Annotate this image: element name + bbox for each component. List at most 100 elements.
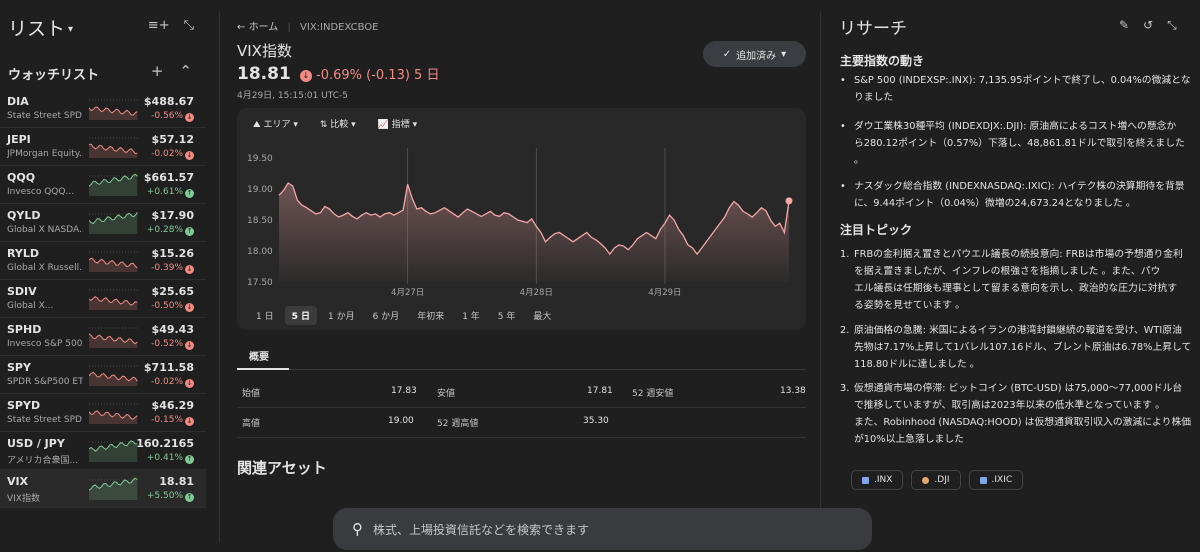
y-tick-label: 17.50 [247,278,273,288]
history-icon[interactable]: ↺ [1143,18,1153,33]
area-chart-icon: ⛰ [253,120,261,130]
home-link[interactable]: ホーム [249,22,279,33]
area-dropdown[interactable]: ⛰ エリア ▾ [253,117,298,130]
indicators-label: 指標 [391,120,410,130]
row-name: SPDR S&P500 ETF [7,377,83,387]
chip-label: .INX [874,475,893,485]
search-bar[interactable]: ⚲ 株式、上場投資信託などを検索できます [333,508,872,550]
topic-line: エル議長は任期後も理事として留まる意向を示し、政治的な圧力に対抗す [854,283,1178,294]
search-placeholder: 株式、上場投資信託などを検索できます [373,522,590,537]
stats-row: 始値 17.83 安値 17.81 52 週安値 13.38 [237,378,806,408]
row-price: $49.43 [151,323,194,336]
check-icon: ✓ [722,48,732,60]
y-tick-label: 18.50 [247,216,273,226]
range-option[interactable]: 年初来 [410,306,451,325]
caret-down-icon: ▾ [781,48,787,60]
collapse-icon[interactable]: ⤡ [184,18,194,33]
breadcrumb-separator: | [287,22,291,33]
bullet-line: ダウ工業株30種平均 (INDEXDJX:.DJI): 原油高によるコスト増への… [854,121,1177,132]
row-symbol: VIX [7,475,29,488]
sparkline [89,289,139,310]
watchlist-row[interactable]: SDIV Global X... $25.65 -0.50% ↓ [0,280,206,318]
arrow-down-icon: ↓ [185,417,194,426]
list-title-dropdown[interactable]: リスト ▾ [8,18,73,40]
row-symbol: QQQ [7,171,36,184]
related-assets-title: 関連アセット [237,459,327,477]
edit-icon[interactable]: ✎ [1119,18,1129,33]
index-chip[interactable]: .IXIC [968,470,1024,490]
row-price: $46.29 [151,399,194,412]
watchlist-row[interactable]: DIA State Street SPD... $488.67 -0.56% ↓ [0,90,206,128]
playlist-add-icon[interactable]: ≡+ [148,18,170,33]
bullet-text: S&P 500 (INDEXSP:.INX): 7,135.95ポイントで終了し… [854,72,1192,106]
research-panel: リサーチ ✎ ↺ ⤡ 主要指数の動き • S&P 500 (INDEXSP:.IN… [822,0,1200,552]
row-symbol: QYLD [7,209,41,222]
watchlist-row[interactable]: JEPI JPMorgan Equity... $57.12 -0.02% ↓ [0,128,206,166]
indicators-dropdown[interactable]: 📈 指標 ▾ [378,117,418,130]
index-chip[interactable]: .DJI [911,470,961,490]
row-change-value: -0.50% [151,301,183,311]
index-chip[interactable]: .INX [851,470,904,490]
stats-row: 高値 19.00 52 週高値 35.30 [237,408,806,438]
topic-number: 2. [840,325,850,336]
collapse-icon[interactable]: ⤡ [1167,18,1177,33]
watchlist-row[interactable]: QYLD Global X NASDA... $17.90 +0.28% ↑ [0,204,206,242]
topic-line: 原油価格の急騰: 米国によるイランの港湾封鎖継続の報道を受け、WTI原油 [854,325,1182,336]
watchlist-row[interactable]: SPY SPDR S&P500 ETF $711.58 -0.02% ↓ [0,356,206,394]
section-heading: 主要指数の動き [840,54,925,68]
range-option[interactable]: 1 日 [249,306,281,325]
row-symbol: DIA [7,95,29,108]
row-symbol: SDIV [7,285,37,298]
bullet-dot: • [840,75,846,86]
breadcrumb: ← ホーム | VIX:INDEXCBOE [237,18,378,33]
compare-dropdown[interactable]: ⇅ 比較 ▾ [320,117,356,130]
topic-text: FRBの金利据え置きとパウエル議長の続投意向: FRBは市場の予想通り金利 を据え… [854,246,1192,314]
range-option[interactable]: 5 日 [284,306,317,325]
chevron-up-icon[interactable]: ⌃ [179,62,192,80]
add-icon[interactable]: + [151,62,164,80]
row-change-value: -0.39% [151,263,183,273]
sparkline [89,440,139,462]
watchlist-row[interactable]: VIX VIX指数 18.81 +5.50% ↑ [0,470,206,508]
row-change-value: -0.02% [151,149,183,159]
stat-value: 17.83 [391,386,417,396]
watchlist-row[interactable]: USD / JPY アメリカ合衆国... 160.2165 +0.41% ↑ [0,432,206,470]
watchlist-row[interactable]: SPYD State Street SPD... $46.29 -0.15% ↓ [0,394,206,432]
row-change: -0.39% ↓ [151,263,194,274]
topic-number: 3. [840,383,850,394]
row-change-value: -0.52% [151,339,183,349]
row-name: Invesco QQQ... [7,187,75,197]
row-name: Global X... [7,301,54,311]
x-tick-label: 4月29日 [648,288,681,298]
row-price: $57.12 [151,133,194,146]
topic-line: る姿勢を見せています 。 [854,300,965,311]
topic-line: また、Robinhood (NASDAQ:HOOD) は仮想通貨取引収入の激減に… [854,417,1192,428]
range-option[interactable]: 6 か月 [366,306,407,325]
sparkline [89,251,139,272]
row-symbol: SPHD [7,323,42,336]
area-label: エリア [263,120,291,130]
watchlist-rows: DIA State Street SPD... $488.67 -0.56% ↓ JEPI… [0,90,206,508]
watchlist-row[interactable]: RYLD Global X Russell... $15.26 -0.39% ↓ [0,242,206,280]
page-title: VIX指数 [237,42,292,60]
caret-down-icon: ▾ [68,24,74,35]
back-arrow-icon[interactable]: ← [237,22,245,33]
range-option[interactable]: 最大 [526,306,558,325]
watchlist-label: ウォッチリスト [8,68,100,83]
bullet-dot: • [840,181,846,192]
row-change: -0.50% ↓ [151,301,194,312]
bullet-line: 。 [854,155,864,166]
topic-line: で推移していますが、取引高は2023年以来の低水準となっています 。 [854,400,1165,411]
range-option[interactable]: 1 か月 [321,306,362,325]
row-change-value: +5.50% [146,491,183,501]
row-change: +5.50% ↑ [147,491,194,502]
watchlist-row[interactable]: SPHD Invesco S&P 500... $49.43 -0.52% ↓ [0,318,206,356]
sparkline [89,327,139,348]
price-chart[interactable]: 19.50 19.00 18.50 18.00 17.50 4月27日 4月28日 4月29日 [237,142,806,302]
tab-overview[interactable]: 概要 [249,348,269,363]
watchlist-row[interactable]: QQQ Invesco QQQ... $661.57 +0.61% ↑ [0,166,206,204]
range-option[interactable]: 1 年 [455,306,487,325]
row-change: -0.02% ↓ [151,377,194,388]
added-button[interactable]: ✓ 追加済み ▾ [703,41,806,67]
range-option[interactable]: 5 年 [491,306,523,325]
